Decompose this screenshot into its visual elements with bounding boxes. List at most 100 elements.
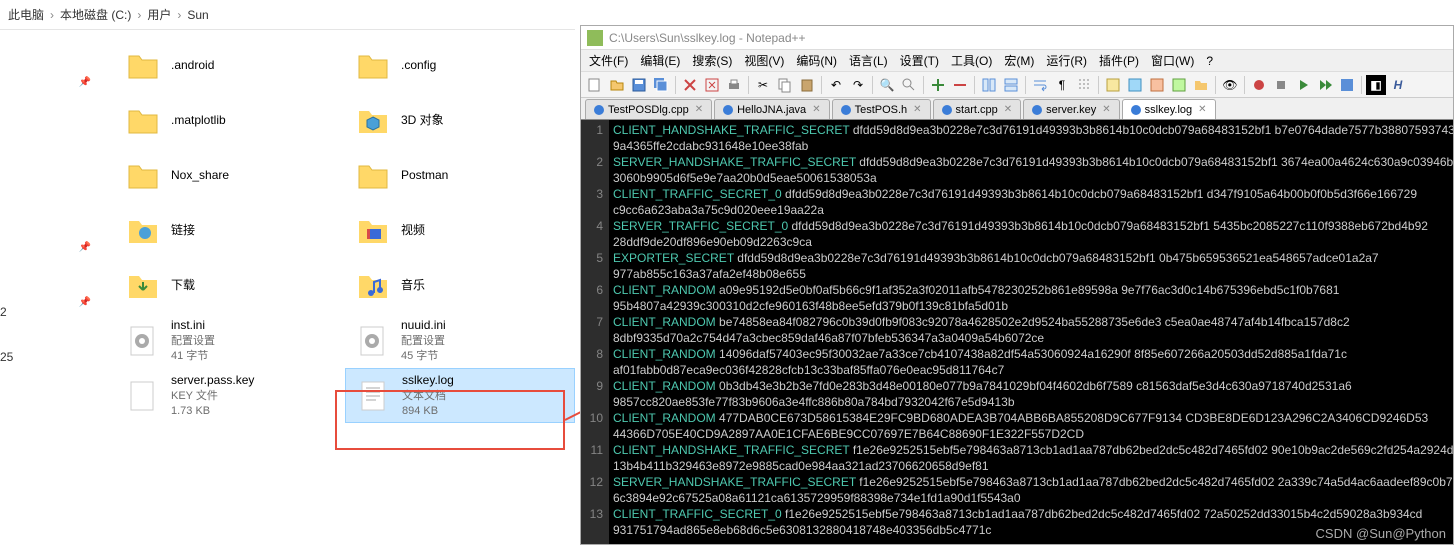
sync-v-icon[interactable] [979, 75, 999, 95]
editor-tab[interactable]: HelloJNA.java ✕ [714, 99, 829, 119]
editor-tab[interactable]: start.cpp✕ [933, 99, 1022, 119]
pin-icon[interactable]: 📌 [70, 55, 100, 110]
menu-item[interactable]: 编码(N) [792, 50, 841, 71]
folder-item[interactable]: sslkey.log文本文档894 KB [345, 368, 575, 423]
menu-item[interactable]: 插件(P) [1095, 50, 1143, 71]
folder-item[interactable]: Postman [345, 148, 575, 203]
hex-icon[interactable]: H [1388, 75, 1408, 95]
folder-item[interactable]: Nox_share [115, 148, 345, 203]
save-all-icon[interactable] [651, 75, 671, 95]
menu-item[interactable]: 编辑(E) [636, 50, 684, 71]
editor-tab[interactable]: TestPOS.h✕ [832, 99, 931, 119]
tab-label: TestPOSDlg.cpp [608, 104, 689, 116]
breadcrumb-item[interactable]: 本地磁盘 (C:) [60, 6, 131, 23]
key-icon [123, 376, 163, 416]
folder-item[interactable]: .android [115, 38, 345, 93]
doc-map-icon[interactable] [1125, 75, 1145, 95]
close-icon[interactable] [680, 75, 700, 95]
menu-item[interactable]: 视图(V) [740, 50, 788, 71]
folder-item[interactable]: server.pass.keyKEY 文件1.73 KB [115, 368, 345, 423]
editor-tab[interactable]: server.key ✕ [1023, 99, 1120, 119]
window-titlebar[interactable]: C:\Users\Sun\sslkey.log - Notepad++ [581, 26, 1453, 50]
paste-icon[interactable] [797, 75, 817, 95]
close-all-icon[interactable] [702, 75, 722, 95]
dirty-indicator-icon [723, 105, 733, 115]
tab-label: server.key [1046, 104, 1096, 116]
close-tab-icon[interactable]: ✕ [1198, 104, 1206, 115]
close-tab-icon[interactable]: ✕ [695, 104, 703, 115]
item-name: .config [401, 57, 436, 74]
indent-guide-icon[interactable] [1074, 75, 1094, 95]
folder-item[interactable]: 链接 [115, 203, 345, 258]
folder-icon [353, 46, 393, 86]
code-content[interactable]: CLIENT_HANDSHAKE_TRAFFIC_SECRET dfdd59d8… [609, 120, 1453, 544]
folder-icon [123, 156, 163, 196]
close-tab-icon[interactable]: ✕ [812, 104, 820, 115]
folder-item[interactable]: .matplotlib [115, 93, 345, 148]
function-list-icon[interactable] [1169, 75, 1189, 95]
cut-icon[interactable]: ✂ [753, 75, 773, 95]
folder-icon [353, 156, 393, 196]
tab-bar: TestPOSDlg.cpp✕HelloJNA.java✕TestPOS.h✕s… [581, 98, 1453, 120]
dirty-indicator-icon [1131, 105, 1141, 115]
lang-icon[interactable] [1103, 75, 1123, 95]
save-macro-icon[interactable] [1337, 75, 1357, 95]
stop-icon[interactable] [1271, 75, 1291, 95]
print-icon[interactable] [724, 75, 744, 95]
zoom-in-icon[interactable] [928, 75, 948, 95]
editor-tab[interactable]: sslkey.log✕ [1122, 99, 1216, 119]
undo-icon[interactable]: ↶ [826, 75, 846, 95]
close-tab-icon[interactable]: ✕ [1004, 104, 1012, 115]
record-icon[interactable] [1249, 75, 1269, 95]
pin-icon[interactable]: 📌 [70, 220, 100, 275]
find-icon[interactable]: 🔍 [877, 75, 897, 95]
breadcrumb-item[interactable]: 此电脑 [8, 6, 44, 23]
item-name: 下载 [171, 277, 195, 294]
play-icon[interactable] [1293, 75, 1313, 95]
menu-item[interactable]: 设置(T) [896, 50, 943, 71]
folder-item[interactable]: inst.ini配置设置41 字节 [115, 313, 345, 368]
menu-item[interactable]: 窗口(W) [1147, 50, 1198, 71]
sync-h-icon[interactable] [1001, 75, 1021, 95]
open-file-icon[interactable] [607, 75, 627, 95]
doc-list-icon[interactable] [1147, 75, 1167, 95]
play-multi-icon[interactable] [1315, 75, 1335, 95]
menu-item[interactable]: 工具(O) [947, 50, 996, 71]
breadcrumb-item[interactable]: Sun [187, 8, 208, 22]
redo-icon[interactable]: ↷ [848, 75, 868, 95]
item-name: server.pass.key [171, 372, 254, 389]
item-name: 3D 对象 [401, 112, 444, 129]
menu-item[interactable]: 运行(R) [1042, 50, 1091, 71]
menu-item[interactable]: 宏(M) [1000, 50, 1038, 71]
link-icon [123, 211, 163, 251]
folder-item[interactable]: 视频 [345, 203, 575, 258]
folder-view-icon[interactable] [1191, 75, 1211, 95]
tab-label: HelloJNA.java [737, 104, 806, 116]
breadcrumb[interactable]: 此电脑› 本地磁盘 (C:)› 用户› Sun [0, 0, 575, 30]
copy-icon[interactable] [775, 75, 795, 95]
hidden-chars-icon[interactable]: ¶ [1052, 75, 1072, 95]
menu-item[interactable]: ? [1202, 52, 1217, 70]
folder-item[interactable]: 音乐 [345, 258, 575, 313]
close-tab-icon[interactable]: ✕ [913, 104, 921, 115]
close-tab-icon[interactable]: ✕ [1102, 104, 1110, 115]
menu-item[interactable]: 文件(F) [585, 50, 632, 71]
folder-item[interactable]: 下载 [115, 258, 345, 313]
pin-icon[interactable]: 📌 [70, 275, 100, 330]
breadcrumb-item[interactable]: 用户 [147, 6, 171, 23]
new-file-icon[interactable] [585, 75, 605, 95]
replace-icon[interactable] [899, 75, 919, 95]
zoom-out-icon[interactable] [950, 75, 970, 95]
menu-item[interactable]: 语言(L) [845, 50, 892, 71]
folder-item[interactable]: .config [345, 38, 575, 93]
save-icon[interactable] [629, 75, 649, 95]
folder-item[interactable]: 3D 对象 [345, 93, 575, 148]
music-icon [353, 266, 393, 306]
txt-icon [354, 376, 394, 416]
menu-item[interactable]: 搜索(S) [688, 50, 736, 71]
editor-tab[interactable]: TestPOSDlg.cpp ✕ [585, 99, 712, 119]
compare-icon[interactable]: ◧ [1366, 75, 1386, 95]
wrap-icon[interactable] [1030, 75, 1050, 95]
folder-item[interactable]: nuuid.ini配置设置45 字节 [345, 313, 575, 368]
monitor-icon[interactable]: 👁 [1220, 75, 1240, 95]
